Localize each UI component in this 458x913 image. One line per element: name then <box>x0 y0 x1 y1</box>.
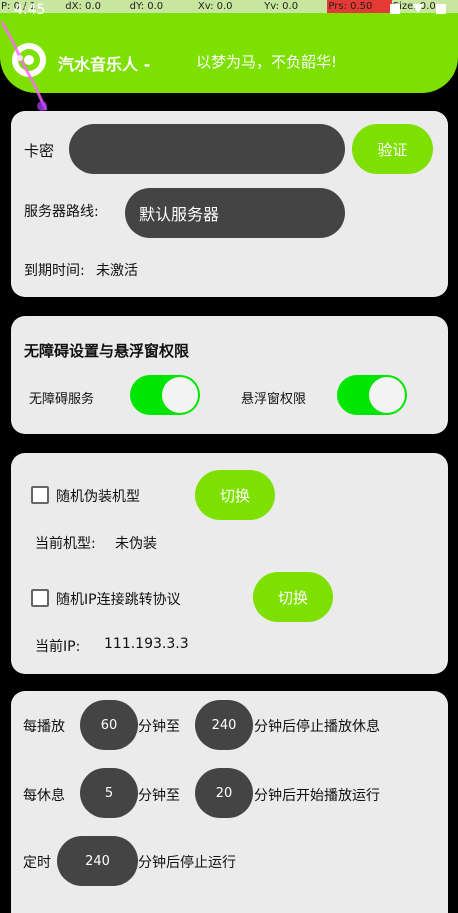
debug-yv: Yv: 0.0 <box>264 1 299 12</box>
play-prefix: 每播放 <box>23 719 65 735</box>
expiry-value: 未激活 <box>96 263 138 279</box>
wifi-icon <box>412 4 424 13</box>
current-ip-label: 当前IP: <box>35 639 81 655</box>
toggle-knob <box>162 377 198 413</box>
random-ip-label: 随机IP连接跳转协议 <box>56 592 181 608</box>
current-model-value: 未伪装 <box>115 536 157 552</box>
accessibility-toggle[interactable] <box>130 375 200 415</box>
permissions-title: 无障碍设置与悬浮窗权限 <box>24 342 190 360</box>
server-select[interactable]: 默认服务器 <box>125 188 345 238</box>
disguise-card: 随机伪装机型 切换 当前机型: 未伪装 随机IP连接跳转协议 切换 当前IP: … <box>11 453 448 674</box>
header-slogan: 以梦为马，不负韶华! <box>196 53 338 71</box>
app-header: 汽水音乐人 - 以梦为马，不负韶华! <box>0 13 458 93</box>
rest-to-label: 分钟至 <box>138 788 180 804</box>
touch-trail-icon <box>0 21 48 111</box>
accessibility-label: 无障碍服务 <box>29 392 95 407</box>
expiry-label: 到期时间: <box>24 263 85 279</box>
timer-suffix: 分钟后停止运行 <box>138 855 236 871</box>
activation-card: 卡密 验证 服务器路线: 默认服务器 到期时间: 未激活 <box>11 111 448 297</box>
app-title: 汽水音乐人 - <box>58 55 151 74</box>
current-model-label: 当前机型: <box>35 536 96 552</box>
battery-icon <box>436 4 446 14</box>
random-model-checkbox[interactable] <box>31 486 49 504</box>
play-suffix: 分钟后停止播放休息 <box>254 719 380 735</box>
debug-xv: Xv: 0.0 <box>197 1 233 12</box>
timer-prefix: 定时 <box>23 855 51 871</box>
card-key-input[interactable] <box>69 124 345 174</box>
server-label: 服务器路线: <box>24 204 99 220</box>
rest-max-input[interactable]: 20 <box>195 768 253 818</box>
switch-ip-button[interactable]: 切换 <box>253 572 333 622</box>
debug-pressure: Prs: 0.50 <box>327 0 392 13</box>
schedule-card: 每播放 60 分钟至 240 分钟后停止播放休息 每休息 5 分钟至 20 分钟… <box>11 691 448 913</box>
status-time: 4:45 <box>14 2 46 18</box>
verify-button[interactable]: 验证 <box>352 124 433 174</box>
rest-prefix: 每休息 <box>23 788 65 804</box>
overlay-toggle[interactable] <box>337 375 407 415</box>
timer-input[interactable]: 240 <box>57 836 138 886</box>
switch-model-button[interactable]: 切换 <box>195 470 275 520</box>
rest-min-input[interactable]: 5 <box>80 768 138 818</box>
rest-suffix: 分钟后开始播放运行 <box>254 788 380 804</box>
debug-dx: dX: 0.0 <box>65 1 101 12</box>
random-ip-checkbox[interactable] <box>31 589 49 607</box>
random-model-label: 随机伪装机型 <box>56 489 140 505</box>
toggle-knob <box>369 377 405 413</box>
current-ip-value: 111.193.3.3 <box>104 636 189 652</box>
play-to-label: 分钟至 <box>138 719 180 735</box>
play-min-input[interactable]: 60 <box>80 700 138 750</box>
card-key-label: 卡密 <box>24 142 55 160</box>
play-max-input[interactable]: 240 <box>195 700 253 750</box>
permissions-card: 无障碍设置与悬浮窗权限 无障碍服务 悬浮窗权限 <box>11 316 448 434</box>
notification-icon <box>390 4 400 14</box>
debug-dy: dY: 0.0 <box>129 1 164 12</box>
status-icons <box>390 4 446 14</box>
overlay-label: 悬浮窗权限 <box>241 392 307 407</box>
